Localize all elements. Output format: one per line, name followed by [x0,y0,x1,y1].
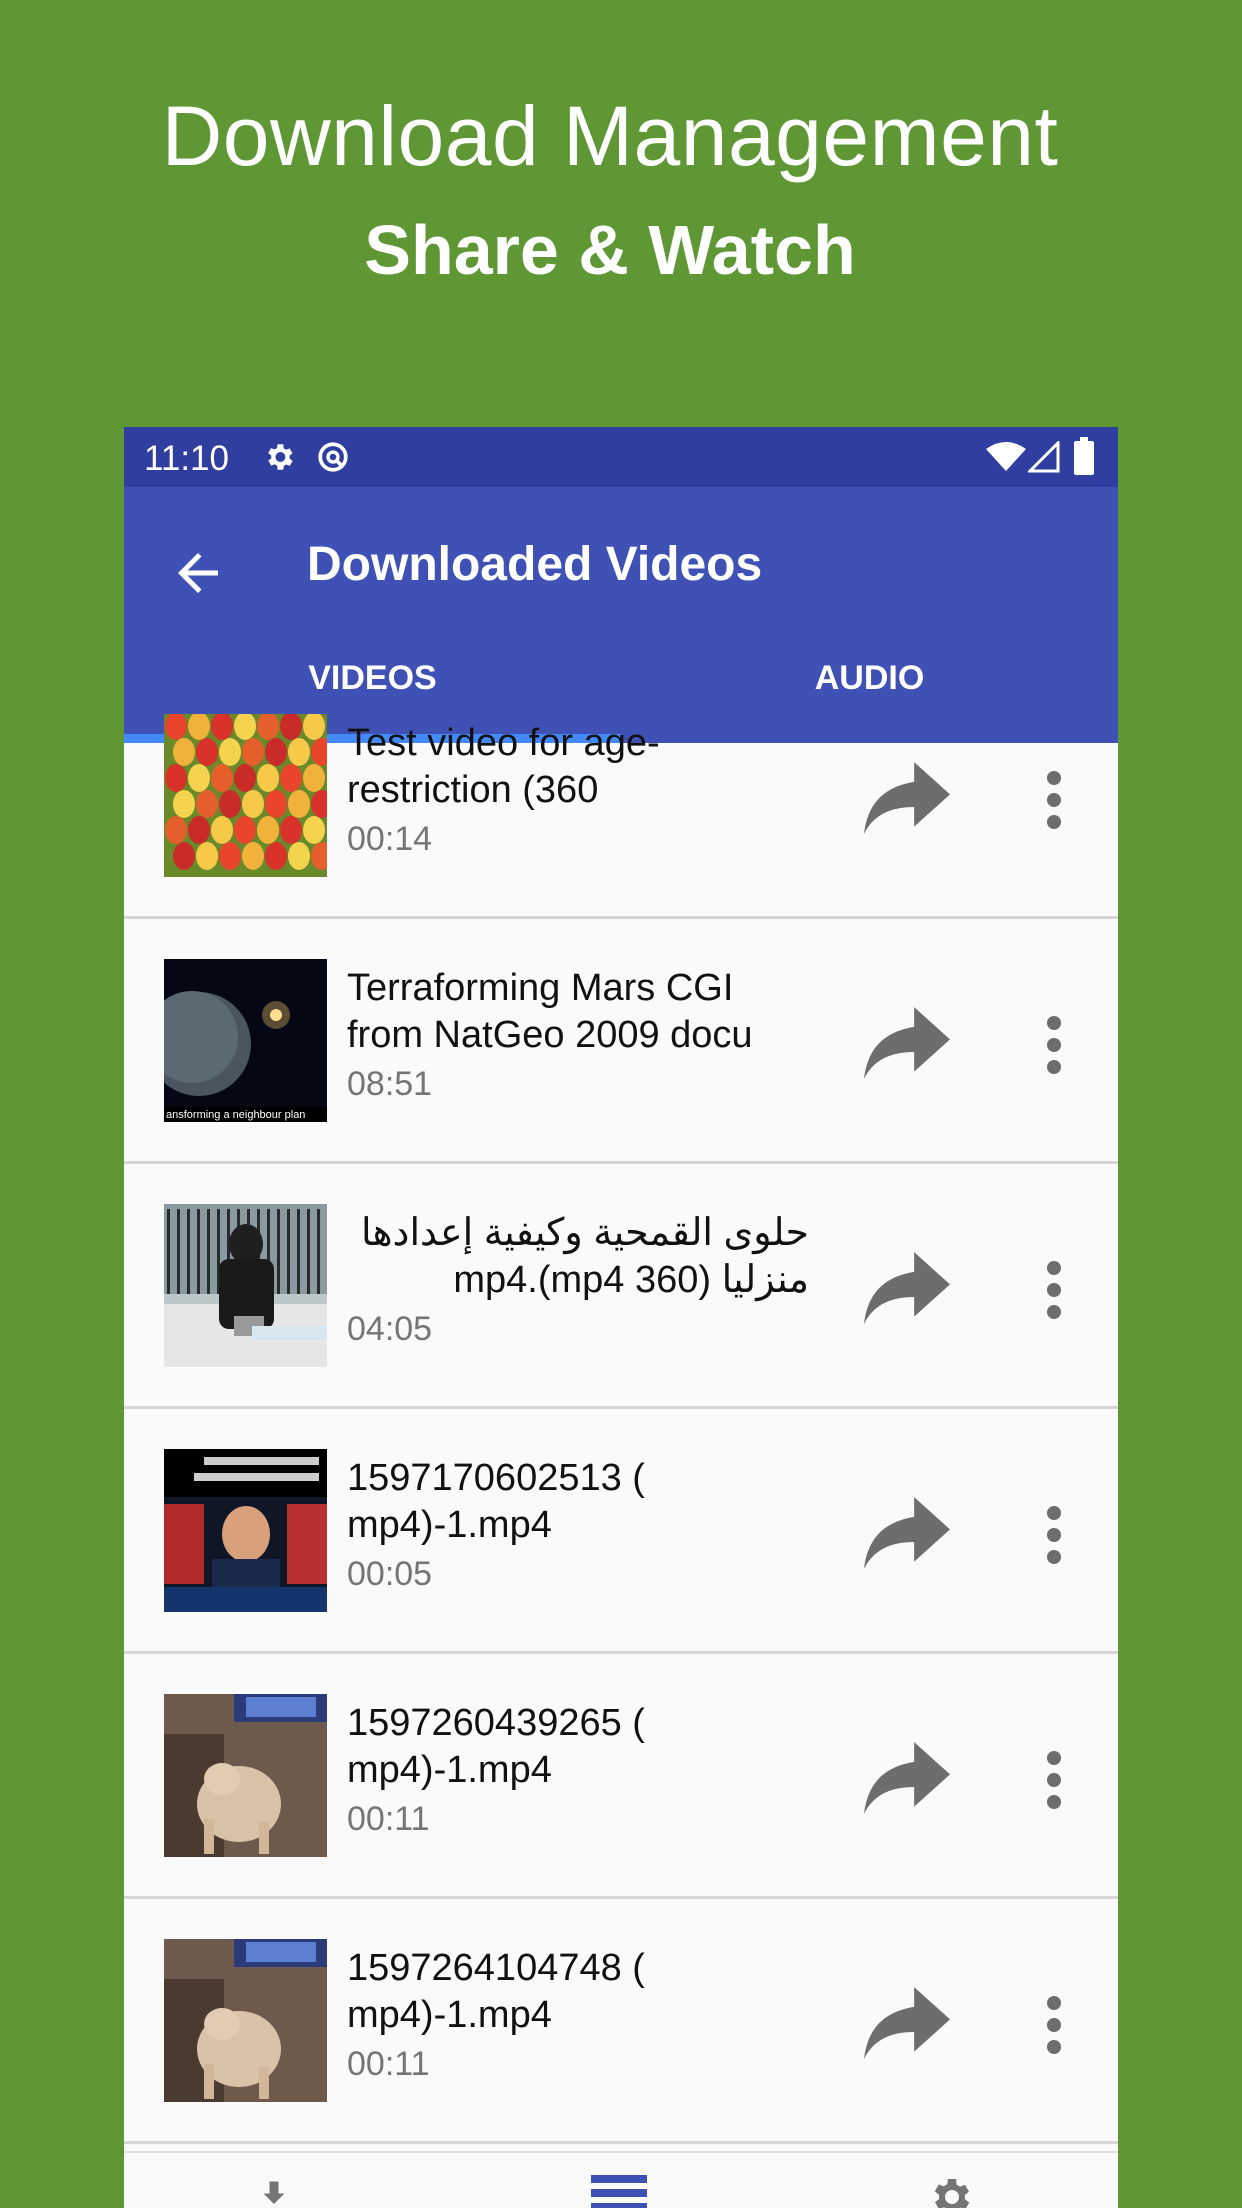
more-vert-icon[interactable] [1044,1260,1064,1320]
bottom-nav [124,2151,1118,2208]
more-vert-icon[interactable] [1044,1015,1064,1075]
list-icon[interactable] [591,2175,647,2208]
back-arrow-icon[interactable] [168,543,228,603]
share-icon[interactable] [864,1987,950,2059]
share-icon[interactable] [864,1742,950,1814]
share-icon[interactable] [864,762,950,834]
more-vert-icon[interactable] [1044,1995,1064,2055]
video-title: Terraforming Mars CGI from NatGeo 2009 d… [347,967,753,1056]
list-item[interactable]: 1597260439265 ( mp4)-1.mp4 00:11 [124,1654,1118,1899]
status-time: 11:10 [144,439,229,478]
promo-subtitle: Share & Watch [364,211,856,289]
share-icon[interactable] [864,1007,950,1079]
video-duration: 00:11 [347,1800,430,1838]
wifi-icon [986,442,1026,471]
more-vert-icon[interactable] [1044,1505,1064,1565]
list-item[interactable]: 1597170602513 ( mp4)-1.mp4 00:05 [124,1409,1118,1654]
video-thumbnail[interactable] [164,714,327,877]
share-icon[interactable] [864,1252,950,1324]
signal-icon [1028,441,1060,473]
video-thumbnail[interactable]: ansforming a neighbour plan [164,959,327,1122]
video-title: 1597170602513 ( mp4)-1.mp4 [347,1457,645,1546]
video-duration: 00:11 [347,2045,430,2083]
more-vert-icon[interactable] [1044,770,1064,830]
video-duration: 08:51 [347,1065,433,1103]
video-title: Test video for age-restriction (360 [347,722,660,811]
list-item[interactable]: Test video for age-restriction (360 00:14 [124,674,1118,919]
video-title: 1597260439265 ( mp4)-1.mp4 [347,1702,645,1791]
vpn-icon [318,442,348,472]
video-thumbnail[interactable] [164,1449,327,1612]
svg-text:ansforming a neighbour plan: ansforming a neighbour plan [166,1109,305,1121]
download-icon[interactable] [256,2175,292,2208]
video-thumbnail[interactable] [164,1694,327,1857]
video-duration: 00:14 [347,820,433,858]
status-bar: 11:10 [124,427,1118,487]
video-duration: 04:05 [347,1310,433,1348]
video-title: حلوى القمحية وكيفية إعدادها منزليا (360 … [360,1212,809,1301]
video-thumbnail[interactable] [164,1939,327,2102]
video-duration: 00:05 [347,1555,433,1593]
more-vert-icon[interactable] [1044,1750,1064,1810]
settings-icon [268,444,293,470]
promo-title: Download Management [161,89,1059,183]
settings-gear-icon[interactable] [926,2173,974,2208]
page-title: Downloaded Videos [307,538,763,591]
list-item[interactable]: ansforming a neighbour plan Terraforming … [124,919,1118,1164]
battery-icon [1074,437,1094,475]
list-item[interactable]: حلوى القمحية وكيفية إعدادها منزليا (360 … [124,1164,1118,1409]
video-title: 1597264104748 ( mp4)-1.mp4 [347,1947,645,2036]
share-icon[interactable] [864,1497,950,1569]
phone-screen: 11:10 Downloaded Videos VIDEOS AUDIO Tes… [124,427,1118,2208]
list-item[interactable]: 1597264104748 ( mp4)-1.mp4 00:11 [124,1899,1118,2144]
video-thumbnail[interactable] [164,1204,327,1367]
